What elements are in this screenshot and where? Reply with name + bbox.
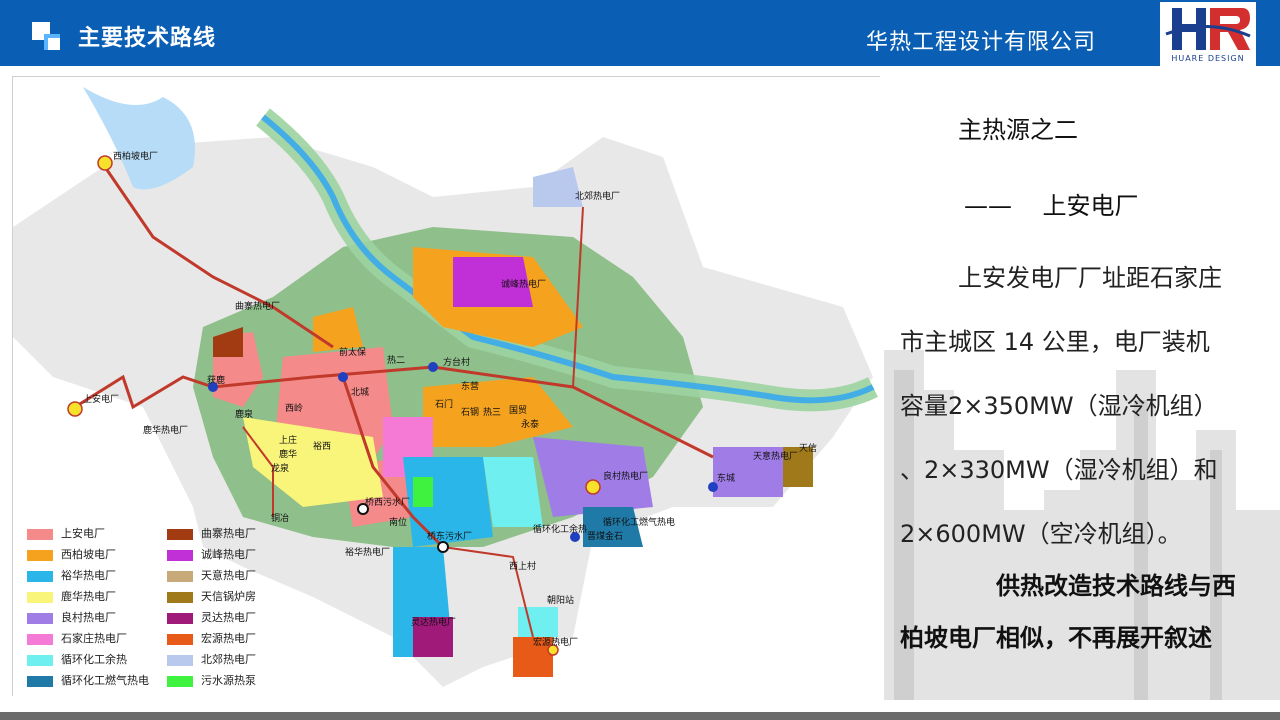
note-line: 供热改造技术路线与西	[996, 572, 1236, 600]
legend-item: 宏源热电厂	[167, 630, 287, 645]
header-bar: 主要技术路线 华热工程设计有限公司 HUARE DESIGN	[0, 0, 1280, 66]
map-label-yuhua: 裕华热电厂	[345, 546, 390, 558]
heating-network-map: 西柏坡电厂 曲寨热电厂 上安电厂 鹿华热电厂 北郊热电厂 诚峰热电厂 良村热电厂…	[12, 76, 881, 697]
map-label-hongyuan: 宏源热电厂	[533, 636, 578, 648]
legend-item: 西柏坡电厂	[27, 546, 147, 561]
squares-logo-icon	[32, 22, 62, 52]
map-station-luquan: 鹿泉	[235, 408, 253, 420]
map-station-luhua: 鹿华	[279, 448, 297, 460]
map-label-liangcun: 良村热电厂	[603, 470, 648, 482]
map-label-xunhuan-waste: 循环化工余热	[533, 523, 587, 535]
footer-bar	[0, 712, 1280, 720]
description-line: 市主城区 14 公里，电厂装机	[900, 328, 1210, 356]
map-station-tongye: 铜冶	[271, 512, 289, 524]
plant-description: 上安发电厂厂址距石家庄 市主城区 14 公里，电厂装机 容量2×350MW（湿冷…	[900, 246, 1272, 566]
company-name: 华热工程设计有限公司	[866, 30, 1097, 55]
map-station-guomao: 国贸	[509, 404, 527, 416]
legend-item: 天意热电厂	[167, 567, 287, 582]
map-station-shimen: 石门	[435, 398, 453, 410]
map-station-longquan: 龙泉	[271, 462, 289, 474]
legend-item: 循环化工余热	[27, 651, 147, 666]
map-label-luhua: 鹿华热电厂	[143, 424, 188, 436]
map-station-yuxi: 裕西	[313, 440, 331, 452]
map-station-rer: 热二	[387, 354, 405, 366]
map-station-fangtaicun: 方台村	[443, 356, 470, 368]
map-label-chaoyang: 朝阳站	[547, 594, 574, 606]
map-label-lingda: 灵达热电厂	[411, 616, 456, 628]
legend-item: 循环化工燃气热电	[27, 672, 149, 687]
heat-source-name: —— 上安电厂	[964, 192, 1139, 220]
legend-item: 裕华热电厂	[27, 567, 147, 582]
description-line: 2×600MW（空冷机组）。	[900, 520, 1182, 548]
map-label-qiaoxi-sewage: 桥西污水厂	[365, 496, 410, 508]
note-line: 柏坡电厂相似，不再展开叙述	[900, 624, 1212, 652]
map-station-xiling: 西岭	[285, 402, 303, 414]
map-label-tianxin: 天信	[799, 442, 817, 454]
legend-item: 北郊热电厂	[167, 651, 287, 666]
map-label-dongcheng: 东城	[717, 472, 735, 484]
description-line: 上安发电厂厂址距石家庄	[958, 264, 1222, 292]
map-label-qiaodong-sewage: 桥东污水厂	[427, 530, 472, 542]
map-label-beijiao: 北郊热电厂	[575, 190, 620, 202]
map-station-resan: 热三	[483, 406, 501, 418]
map-svg: 西柏坡电厂 曲寨热电厂 上安电厂 鹿华热电厂 北郊热电厂 诚峰热电厂 良村热电厂…	[13, 77, 881, 697]
map-label-shangan: 上安电厂	[83, 393, 119, 405]
description-line: 容量2×350MW（湿冷机组）	[900, 392, 1218, 420]
legend-item: 良村热电厂	[27, 609, 147, 624]
map-label-quzhai: 曲寨热电厂	[235, 300, 280, 312]
map-station-dongying: 东营	[461, 380, 479, 392]
technical-route-note: 供热改造技术路线与西 柏坡电厂相似，不再展开叙述	[900, 560, 1272, 664]
legend-item: 上安电厂	[27, 525, 147, 540]
description-line: 、2×330MW（湿冷机组）和	[900, 456, 1218, 484]
description-panel: 主热源之二 —— 上安电厂 上安发电厂厂址距石家庄 市主城区 14 公里，电厂装…	[884, 70, 1280, 700]
legend-item: 灵达热电厂	[167, 609, 287, 624]
map-station-qiantaibao: 前太保	[339, 346, 366, 358]
slide-title: 主要技术路线	[78, 26, 217, 51]
map-label-xibaipo: 西柏坡电厂	[113, 150, 158, 162]
legend-item: 石家庄热电厂	[27, 630, 147, 645]
map-station-shangzhuang: 上庄	[279, 434, 297, 446]
legend-item: 污水源热泵	[167, 672, 287, 687]
legend-item: 天信锅炉房	[167, 588, 287, 603]
map-label-xunhuan-gas: 循环化工燃气热电	[603, 516, 675, 528]
map-station-beicheng: 北城	[351, 387, 369, 398]
map-station-nanwei: 南位	[389, 516, 407, 528]
legend-item: 曲寨热电厂	[167, 525, 287, 540]
map-label-tianyi: 天意热电厂	[753, 450, 798, 462]
map-label-xishang: 西上村	[509, 560, 536, 572]
map-station-yongtai: 永泰	[521, 418, 539, 430]
legend-item: 诚峰热电厂	[167, 546, 287, 561]
map-label-jinmei: 晋煤金石	[587, 530, 623, 542]
map-station-huolu: 获鹿	[207, 374, 225, 386]
map-station-shigang: 石钢	[461, 406, 479, 418]
legend-item: 鹿华热电厂	[27, 588, 147, 603]
company-logo: HUARE DESIGN	[1160, 2, 1256, 66]
map-label-chengfeng: 诚峰热电厂	[501, 278, 546, 290]
heat-source-title: 主热源之二	[958, 116, 1078, 144]
brand-text: HUARE DESIGN	[1171, 54, 1245, 63]
